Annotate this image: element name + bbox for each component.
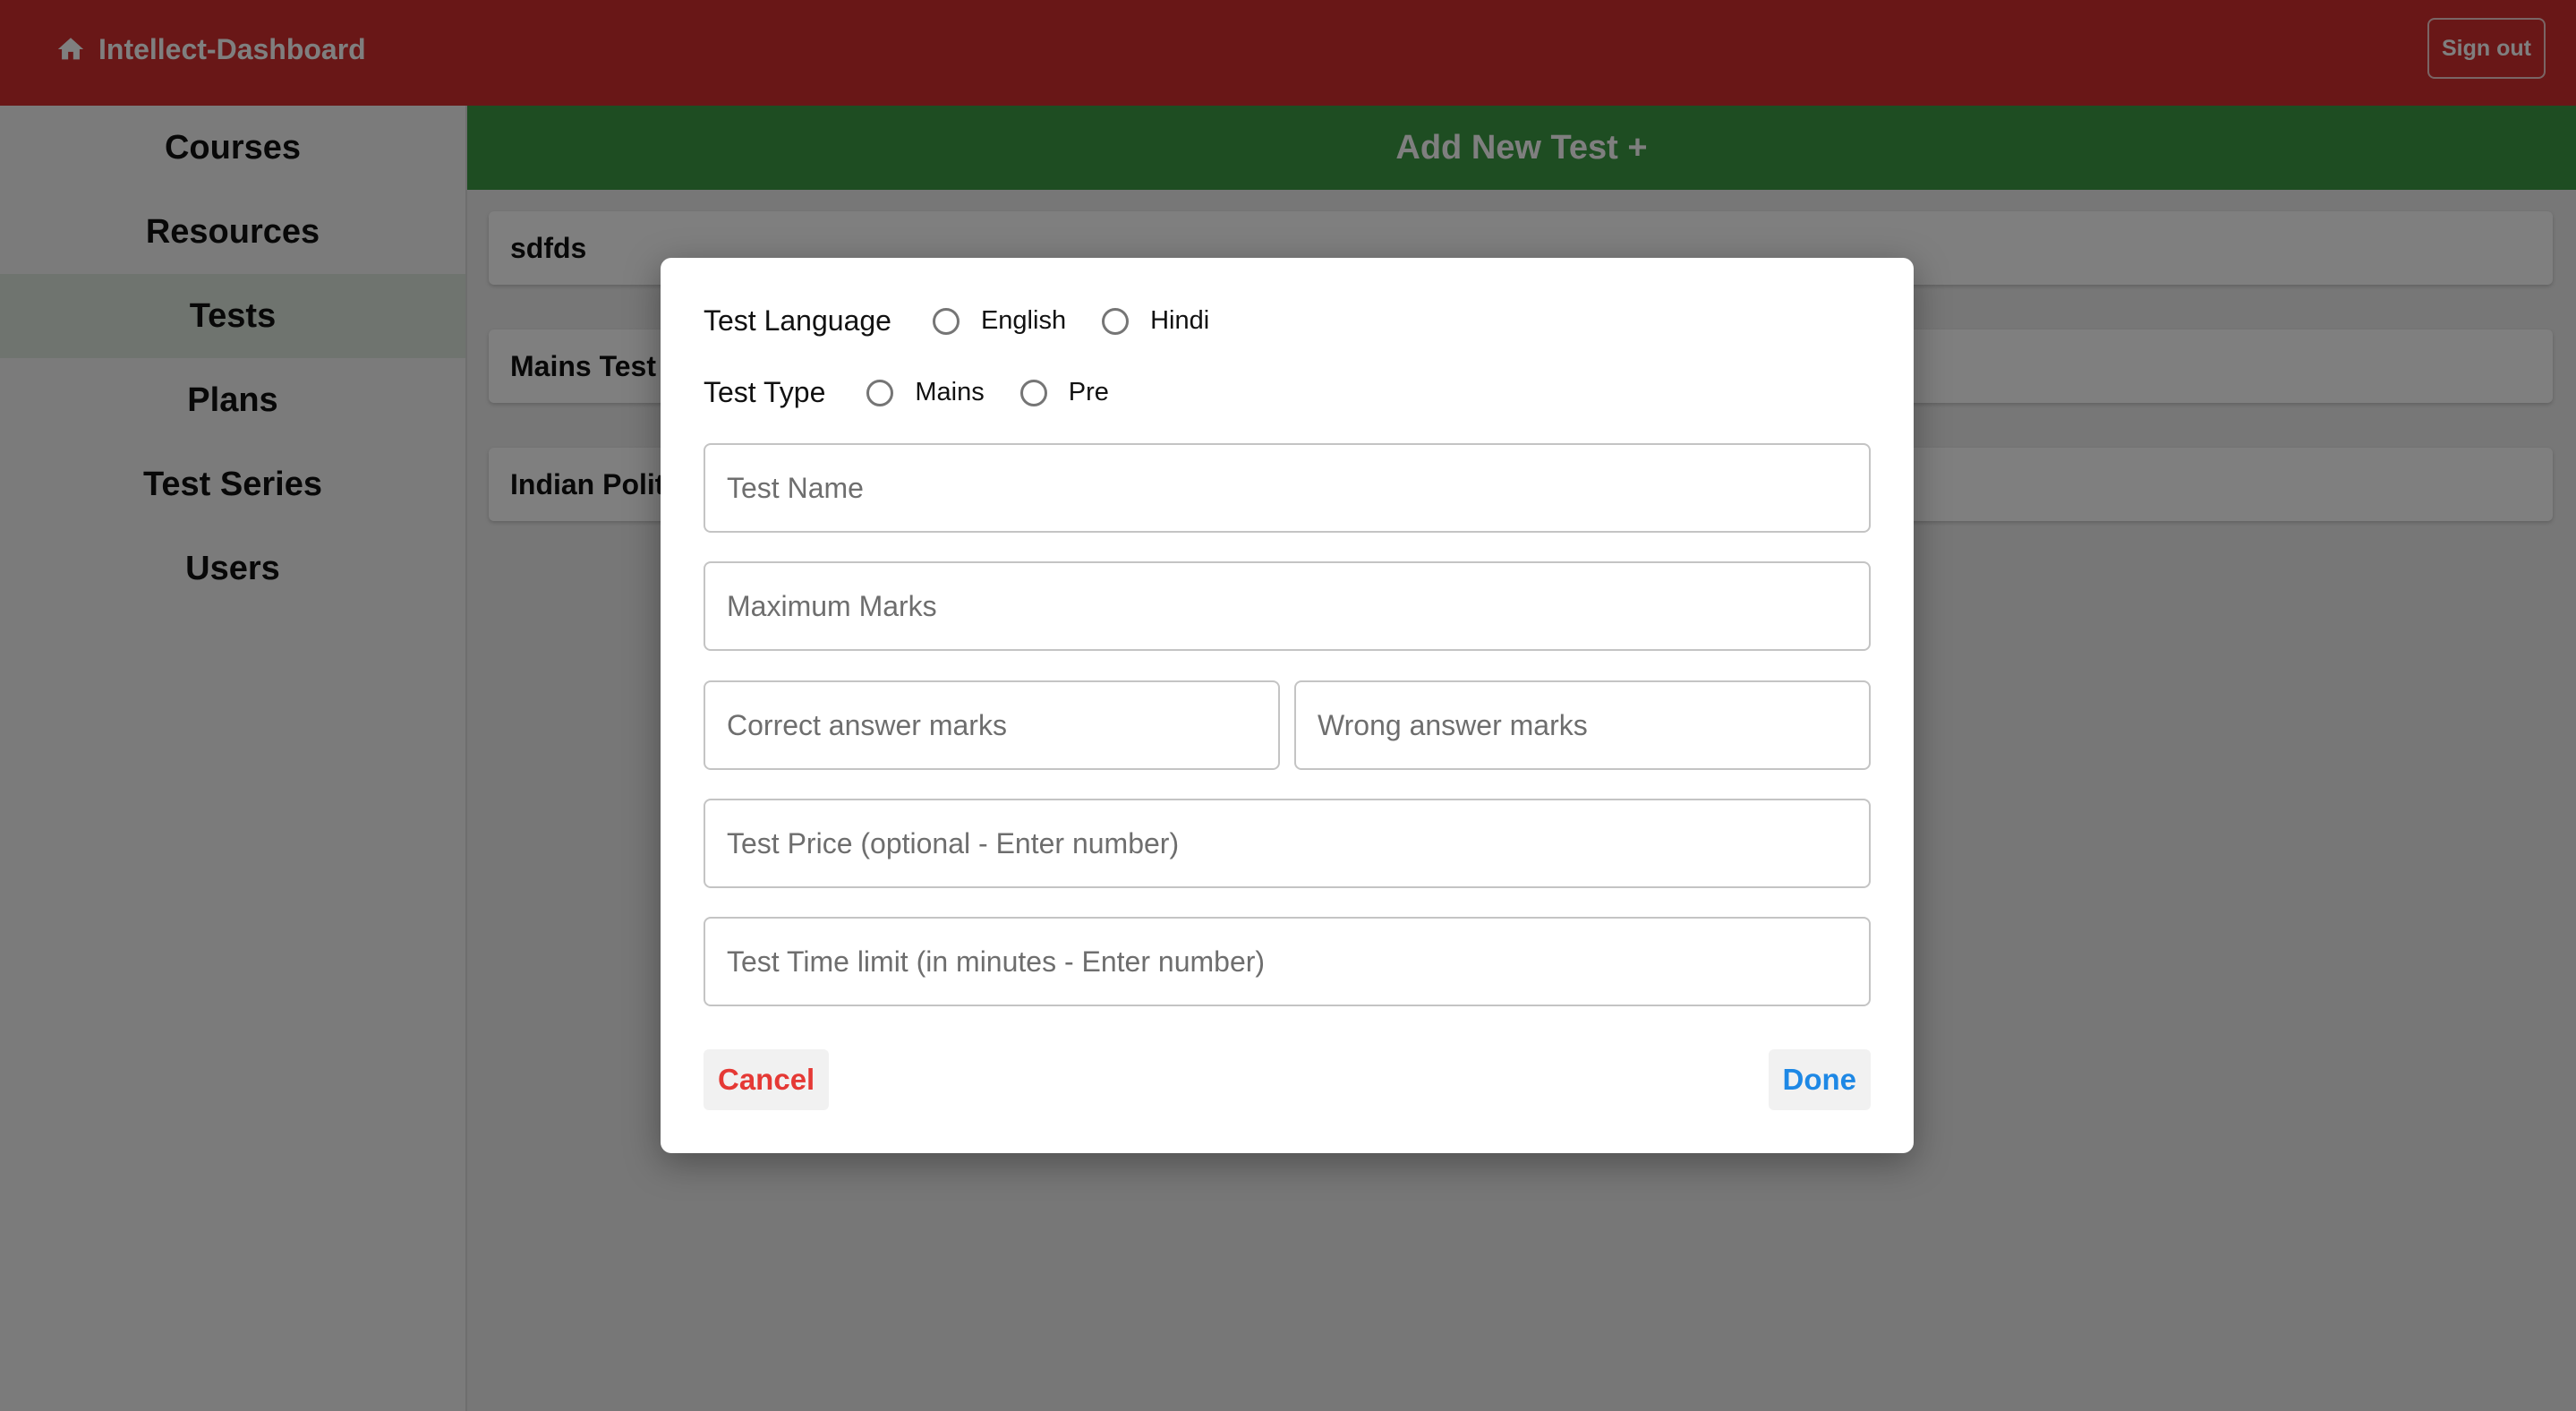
language-hindi-label: Hindi	[1150, 306, 1210, 335]
test-language-label: Test Language	[704, 304, 891, 337]
radio-icon[interactable]	[1019, 379, 1047, 406]
type-mains-label: Mains	[915, 378, 985, 406]
test-time-limit-input[interactable]	[704, 917, 1871, 1006]
type-pre-option[interactable]: Pre	[1019, 378, 1109, 407]
test-type-label: Test Type	[704, 376, 826, 408]
test-price-input[interactable]	[704, 799, 1871, 888]
done-button[interactable]: Done	[1768, 1049, 1871, 1110]
radio-icon[interactable]	[1102, 307, 1130, 335]
language-hindi-option[interactable]: Hindi	[1102, 306, 1209, 336]
test-language-group: Test Language English Hindi	[704, 304, 1245, 338]
language-english-label: English	[980, 306, 1067, 335]
radio-icon[interactable]	[866, 379, 894, 406]
type-mains-option[interactable]: Mains	[866, 378, 985, 407]
language-english-option[interactable]: English	[932, 306, 1067, 336]
cancel-button[interactable]: Cancel	[704, 1049, 830, 1110]
wrong-answer-marks-input[interactable]	[1294, 680, 1871, 770]
test-name-input[interactable]	[704, 443, 1871, 533]
correct-answer-marks-input[interactable]	[704, 680, 1280, 770]
add-test-dialog: Test Language English Hindi Test Type Ma…	[661, 258, 1914, 1153]
maximum-marks-input[interactable]	[704, 561, 1871, 651]
type-pre-label: Pre	[1068, 378, 1109, 406]
radio-icon[interactable]	[932, 307, 960, 335]
test-type-group: Test Type Mains Pre	[704, 376, 1145, 409]
